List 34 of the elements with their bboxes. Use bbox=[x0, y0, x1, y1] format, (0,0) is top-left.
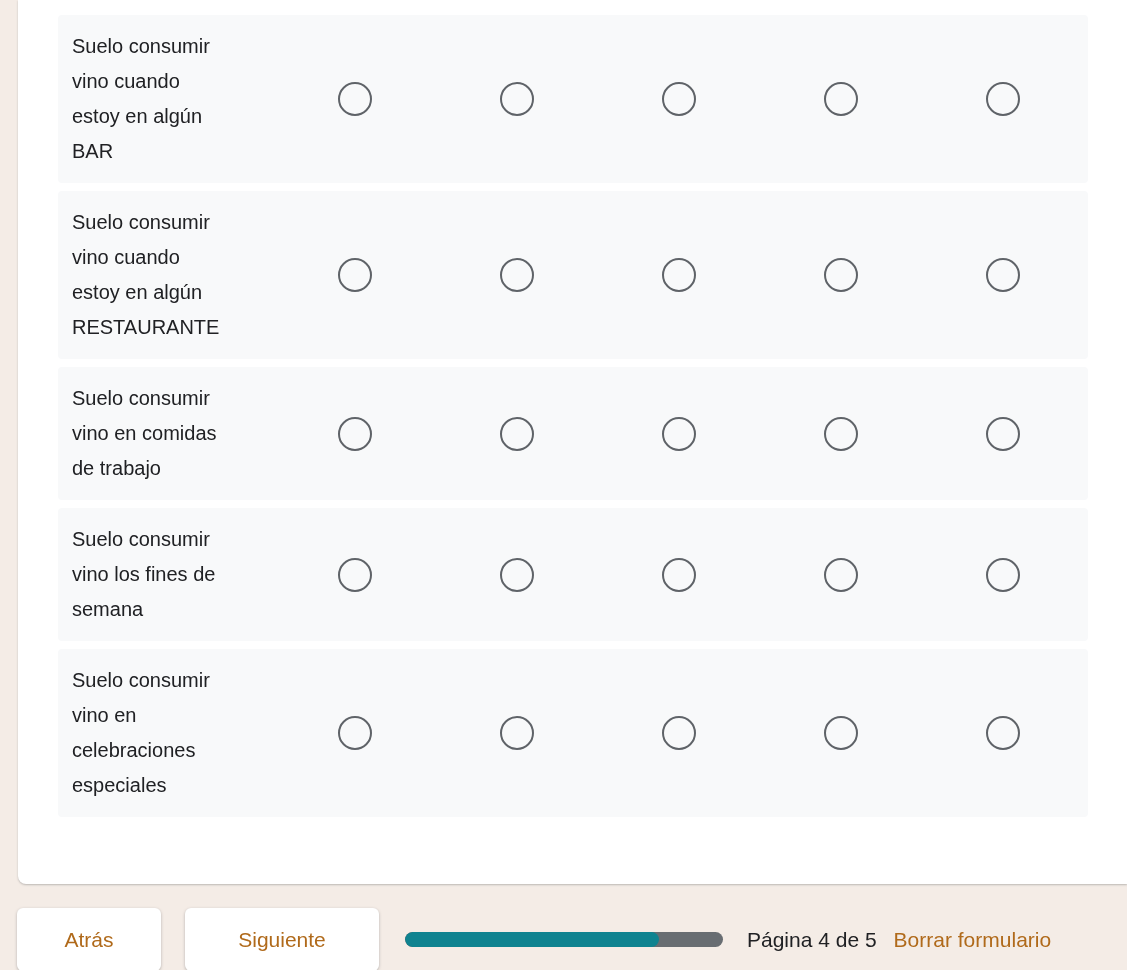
radio-button[interactable] bbox=[662, 416, 696, 451]
row-label: Suelo consumir vino cuando estoy en algún RESTAURANTE bbox=[71, 210, 221, 340]
row-label: Suelo consumir vino cuando estoy en algún BAR bbox=[71, 34, 211, 164]
radio-button[interactable] bbox=[824, 416, 858, 451]
row-label: Suelo consumir vino los fines de semana bbox=[71, 527, 217, 622]
row-label: Suelo consumir vino en comidas de trabajo bbox=[71, 386, 218, 481]
row-label: Suelo consumir vino en celebraciones especiales bbox=[71, 668, 211, 798]
radio-button[interactable] bbox=[986, 258, 1020, 292]
radio-button[interactable] bbox=[500, 258, 534, 292]
radio-button[interactable] bbox=[824, 716, 858, 750]
radio-button[interactable] bbox=[662, 258, 696, 292]
page-indicator: Página 4 de 5 bbox=[747, 927, 877, 952]
radio-button[interactable] bbox=[986, 716, 1020, 750]
radio-button[interactable] bbox=[338, 557, 372, 592]
radio-button[interactable] bbox=[500, 82, 534, 116]
radio-button[interactable] bbox=[662, 82, 696, 116]
radio-button[interactable] bbox=[500, 416, 534, 451]
radio-button[interactable] bbox=[338, 82, 372, 116]
radio-button[interactable] bbox=[662, 557, 696, 592]
next-button[interactable]: Siguiente bbox=[185, 908, 379, 970]
radio-button[interactable] bbox=[986, 82, 1020, 116]
radio-button[interactable] bbox=[338, 416, 372, 451]
radio-button[interactable] bbox=[500, 716, 534, 750]
radio-button[interactable] bbox=[338, 258, 372, 292]
clear-form-link[interactable]: Borrar formulario bbox=[893, 927, 1052, 952]
radio-button[interactable] bbox=[824, 258, 858, 292]
radio-button[interactable] bbox=[338, 716, 372, 750]
back-button[interactable]: Atrás bbox=[17, 908, 161, 970]
radio-button[interactable] bbox=[986, 557, 1020, 592]
radio-button[interactable] bbox=[662, 716, 696, 750]
radio-button[interactable] bbox=[500, 557, 534, 592]
radio-button[interactable] bbox=[824, 557, 858, 592]
radio-button[interactable] bbox=[986, 416, 1020, 451]
radio-button[interactable] bbox=[824, 82, 858, 116]
